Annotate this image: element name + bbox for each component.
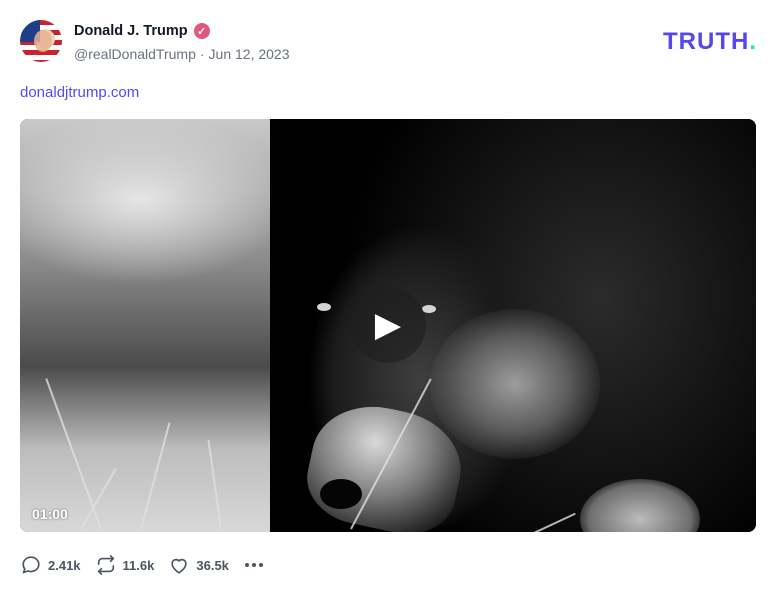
author-display-name[interactable]: Donald J. Trump [74, 23, 188, 39]
more-dot [258, 563, 263, 567]
thumbnail-fur-highlight [430, 309, 600, 459]
video-player[interactable]: ▶ 01:00 [20, 119, 756, 532]
heart-icon [171, 558, 188, 574]
author-name-row: Donald J. Trump ✓ [74, 23, 210, 39]
reply-button[interactable]: 2.41k [20, 554, 81, 576]
video-duration: 01:00 [32, 506, 68, 522]
thumbnail-wolf-eye-left [317, 303, 331, 311]
logo-text: TRUTH [663, 28, 750, 55]
logo-dot: . [749, 28, 757, 55]
thumbnail-wolf-nose [320, 479, 362, 509]
author-handle[interactable]: @realDonaldTrump [74, 46, 196, 62]
meta-separator: · [199, 46, 205, 62]
verified-badge-icon: ✓ [193, 23, 210, 39]
more-options-button[interactable] [243, 563, 263, 567]
retruth-count: 11.6k [122, 557, 155, 573]
post-actions: 2.41k 11.6k 36.5k [20, 552, 263, 578]
truth-social-logo[interactable]: TRUTH. [663, 28, 757, 56]
post-link[interactable]: donaldjtrump.com [20, 84, 139, 101]
chat-bubble-icon [22, 556, 40, 574]
retruth-button[interactable]: 11.6k [95, 554, 155, 576]
like-count: 36.5k [196, 557, 229, 573]
more-horizontal-icon [244, 563, 249, 567]
avatar[interactable] [20, 20, 62, 62]
play-icon: ▶ [374, 306, 402, 344]
post-date[interactable]: Jun 12, 2023 [209, 46, 290, 62]
like-button[interactable]: 36.5k [168, 554, 229, 576]
post-header: Donald J. Trump ✓ @realDonaldTrump · Jun… [20, 20, 757, 64]
thumbnail-wolf-eye-right [422, 305, 436, 313]
reply-count: 2.41k [48, 557, 81, 573]
play-button[interactable]: ▶ [350, 287, 426, 363]
author-meta: @realDonaldTrump · Jun 12, 2023 [74, 46, 290, 62]
repost-icon [97, 555, 114, 575]
more-dot [251, 563, 256, 567]
